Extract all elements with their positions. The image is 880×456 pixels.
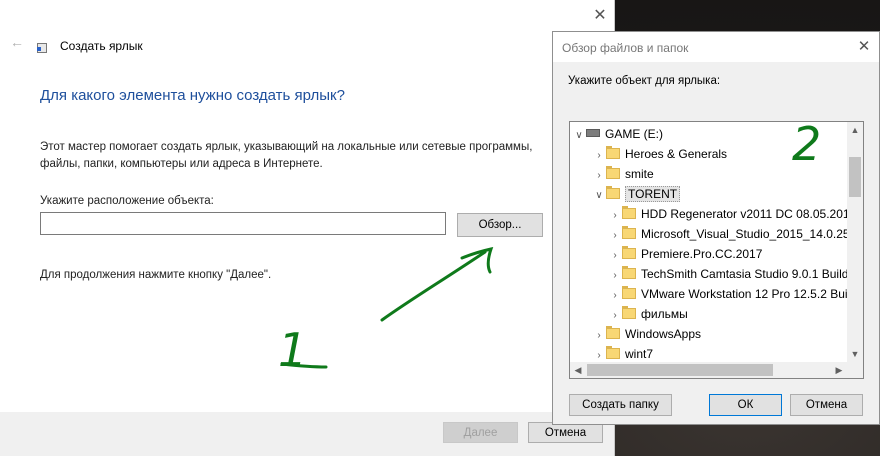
folder-icon: [606, 346, 620, 359]
tree-item-label: TechSmith Camtasia Studio 9.0.1 Build: [641, 267, 849, 281]
folder-icon: [606, 186, 620, 199]
scroll-up-icon[interactable]: ▲: [847, 122, 863, 138]
vertical-scrollbar[interactable]: ▲ ▼: [847, 122, 863, 362]
chevron-right-icon[interactable]: ›: [592, 166, 606, 186]
folder-icon: [622, 306, 636, 319]
chevron-right-icon[interactable]: ›: [608, 286, 622, 306]
chevron-right-icon[interactable]: ›: [592, 146, 606, 166]
tree-item-folder[interactable]: › Microsoft_Visual_Studio_2015_14.0.25: [608, 224, 850, 244]
create-shortcut-wizard: ✕ ← Создать ярлык Для какого элемента ну…: [0, 0, 615, 456]
tree-item-folder[interactable]: › фильмы: [608, 304, 688, 324]
chevron-right-icon[interactable]: ›: [608, 266, 622, 286]
chevron-down-icon[interactable]: ∨: [592, 186, 606, 206]
shortcut-icon: [37, 43, 47, 53]
tree-item-folder[interactable]: › smite: [592, 164, 654, 184]
tree-item-folder[interactable]: › WindowsApps: [592, 324, 701, 344]
chevron-right-icon[interactable]: ›: [608, 306, 622, 326]
continue-hint: Для продолжения нажмите кнопку "Далее".: [40, 269, 272, 281]
tree-item-drive[interactable]: ∨ GAME (E:): [572, 124, 663, 144]
chevron-right-icon[interactable]: ›: [608, 246, 622, 266]
folder-icon: [606, 166, 620, 179]
tree-item-label: Premiere.Pro.CC.2017: [641, 247, 763, 261]
folder-icon: [622, 266, 636, 279]
chevron-down-icon[interactable]: ∨: [572, 126, 586, 146]
chevron-right-icon[interactable]: ›: [592, 326, 606, 346]
horizontal-scrollbar[interactable]: ◀ ▶: [570, 362, 847, 378]
location-input[interactable]: [40, 212, 446, 235]
new-folder-button[interactable]: Создать папку: [569, 394, 672, 416]
browse-button[interactable]: Обзор...: [457, 213, 543, 237]
browse-dialog: Обзор файлов и папок ✕ Укажите объект дл…: [552, 31, 880, 425]
tree-item-folder[interactable]: › Heroes & Generals: [592, 144, 727, 164]
tree-item-label: Microsoft_Visual_Studio_2015_14.0.25: [641, 227, 850, 241]
tree-item-label: VMware Workstation 12 Pro 12.5.2 Buil: [641, 287, 851, 301]
ok-button[interactable]: ОК: [709, 394, 782, 416]
tree-item-folder[interactable]: › TechSmith Camtasia Studio 9.0.1 Build: [608, 264, 848, 284]
page-heading: Для какого элемента нужно создать ярлык?: [40, 87, 345, 104]
folder-icon: [606, 146, 620, 159]
folder-tree[interactable]: ∨ GAME (E:) › Heroes & Generals › smite ∨ TOREN…: [569, 121, 864, 379]
close-icon[interactable]: ✕: [586, 4, 614, 28]
folder-icon: [622, 286, 636, 299]
scrollbar-corner: [847, 362, 863, 378]
scroll-left-icon[interactable]: ◀: [570, 362, 586, 378]
folder-icon: [622, 246, 636, 259]
tree-item-folder[interactable]: › Premiere.Pro.CC.2017: [608, 244, 762, 264]
next-button[interactable]: Далее: [443, 422, 518, 443]
folder-icon: [622, 206, 636, 219]
browse-title: Обзор файлов и папок: [562, 41, 689, 55]
dialog-cancel-button[interactable]: Отмена: [790, 394, 863, 416]
chevron-right-icon[interactable]: ›: [608, 226, 622, 246]
scroll-down-icon[interactable]: ▼: [847, 346, 863, 362]
tree-item-label: TORENT: [625, 186, 681, 202]
cancel-button[interactable]: Отмена: [528, 422, 603, 443]
wizard-footer: Далее Отмена: [0, 412, 614, 456]
scroll-thumb[interactable]: [849, 157, 861, 197]
tree-item-folder[interactable]: › HDD Regenerator v2011 DC 08.05.2013: [608, 204, 856, 224]
browse-titlebar: Обзор файлов и папок ✕: [553, 32, 879, 62]
tree-item-label: WindowsApps: [625, 327, 702, 341]
tree-item-label: Heroes & Generals: [625, 147, 728, 161]
tree-item-label: HDD Regenerator v2011 DC 08.05.2013: [641, 207, 857, 221]
scroll-right-icon[interactable]: ▶: [831, 362, 847, 378]
window-title: Создать ярлык: [60, 39, 143, 53]
back-arrow-icon[interactable]: ←: [10, 34, 24, 50]
browse-instruction: Укажите объект для ярлыка:: [568, 75, 721, 87]
tree-item-folder[interactable]: › VMware Workstation 12 Pro 12.5.2 Buil: [608, 284, 850, 304]
wizard-description: Этот мастер помогает создать ярлык, указ…: [40, 141, 533, 170]
tree-item-label: wint7: [625, 347, 654, 361]
folder-icon: [622, 226, 636, 239]
tree-item-folder[interactable]: ∨ TORENT: [592, 184, 681, 206]
tree-item-label: GAME (E:): [605, 127, 664, 141]
folder-icon: [606, 326, 620, 339]
scroll-thumb[interactable]: [587, 364, 773, 376]
close-icon[interactable]: ✕: [853, 36, 875, 58]
tree-item-folder[interactable]: › wint7: [592, 344, 653, 364]
chevron-right-icon[interactable]: ›: [608, 206, 622, 226]
location-label: Укажите расположение объекта:: [40, 195, 214, 207]
drive-icon: [586, 129, 600, 137]
tree-item-label: smite: [625, 167, 654, 181]
tree-item-label: фильмы: [641, 307, 688, 321]
